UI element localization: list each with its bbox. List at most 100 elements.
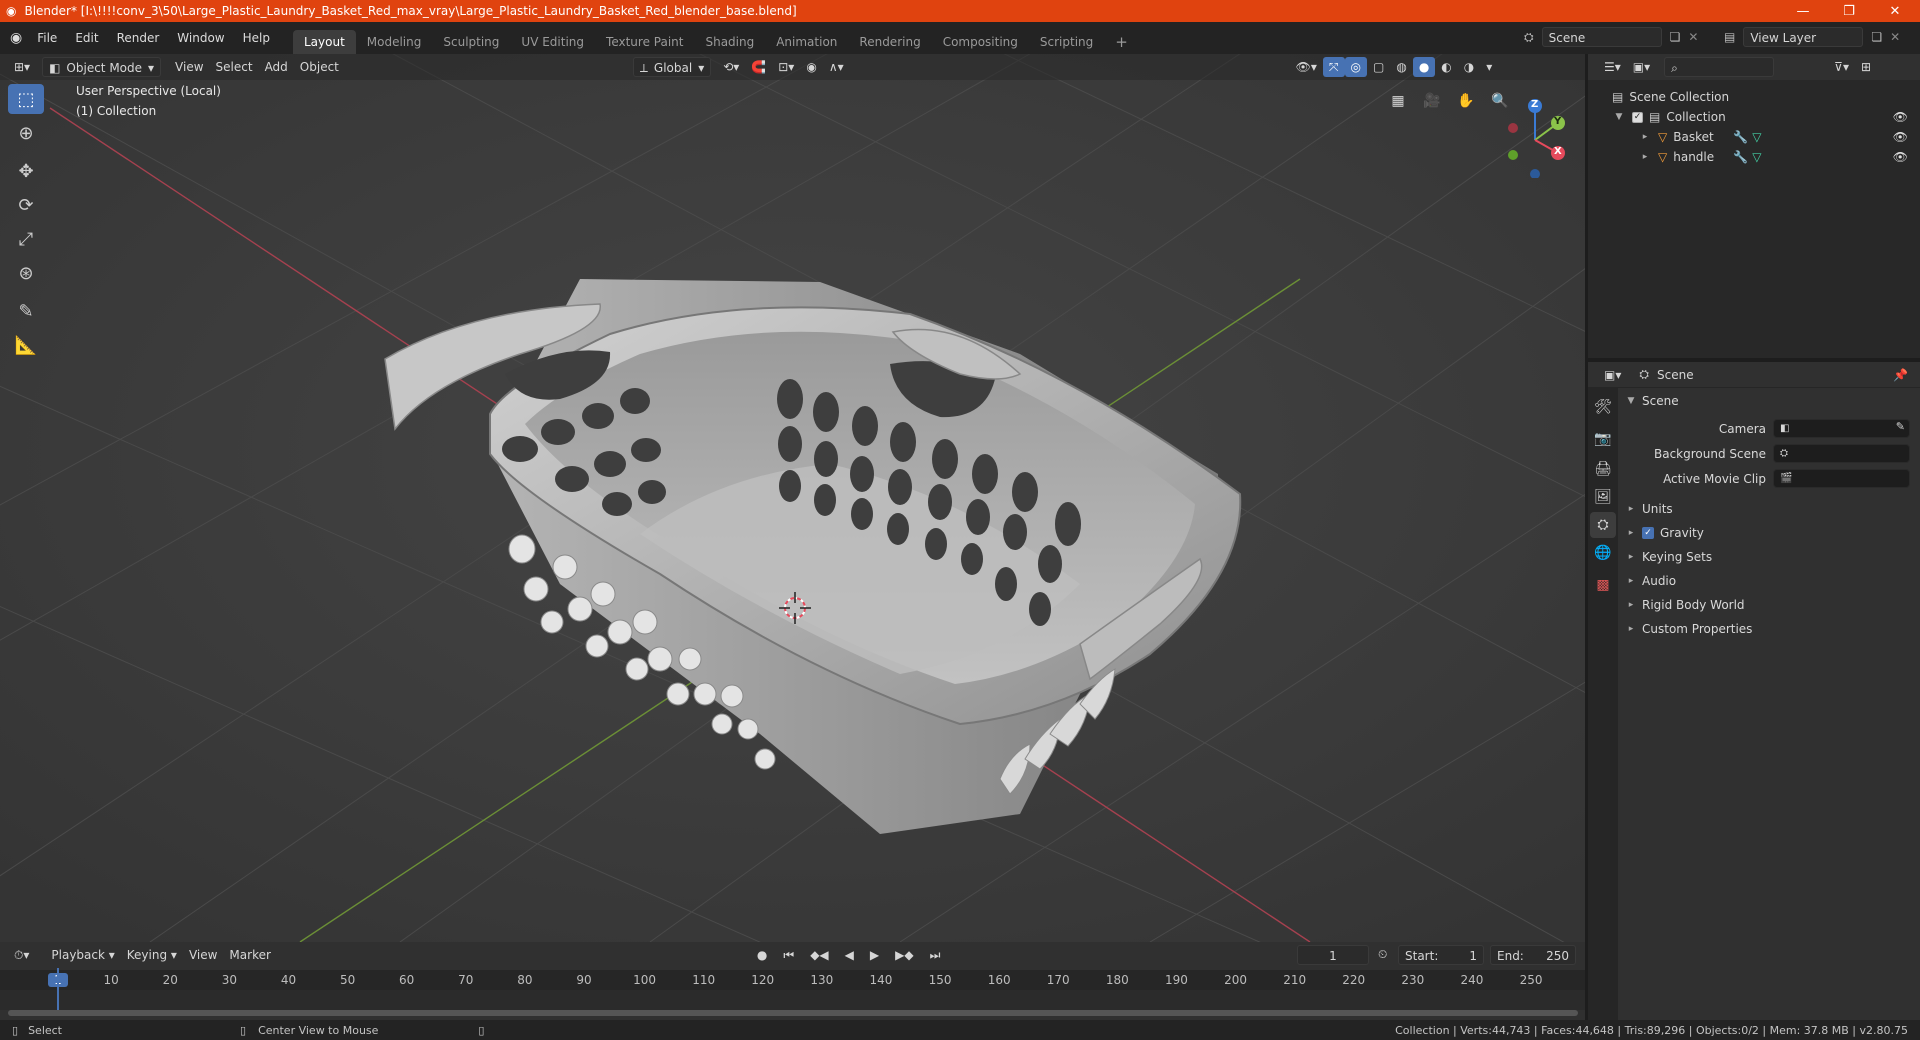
- menu-edit[interactable]: Edit: [66, 27, 107, 49]
- tab-rendering[interactable]: Rendering: [848, 30, 931, 54]
- view-layer-tab-icon[interactable]: 🖼: [1590, 484, 1616, 510]
- scene-tab-icon[interactable]: ⛭: [1590, 512, 1616, 538]
- filter-icon[interactable]: ⊽▾: [1828, 57, 1855, 77]
- outliner-editor-type-icon[interactable]: ☰▾: [1598, 57, 1627, 77]
- new-collection-icon[interactable]: ⊞: [1855, 57, 1877, 77]
- overlay-toggle-icon[interactable]: ◎: [1344, 57, 1367, 77]
- menu-help[interactable]: Help: [234, 27, 279, 49]
- rendered-shading-icon[interactable]: ◑: [1458, 57, 1480, 77]
- pan-hand-icon[interactable]: ✋: [1453, 88, 1479, 114]
- delete-view-layer-icon[interactable]: ✕: [1890, 30, 1900, 44]
- new-scene-icon[interactable]: ❏: [1670, 30, 1681, 44]
- world-tab-icon[interactable]: 🌐: [1590, 540, 1616, 566]
- maximize-button[interactable]: ❐: [1826, 0, 1872, 22]
- close-button[interactable]: ✕: [1872, 0, 1918, 22]
- minimize-button[interactable]: —: [1780, 0, 1826, 22]
- viewport-menu-object[interactable]: Object: [294, 57, 345, 77]
- menu-render[interactable]: Render: [108, 27, 169, 49]
- modifier-wrench-icon[interactable]: 🔧: [1733, 130, 1748, 144]
- play-icon[interactable]: ▶: [864, 945, 885, 965]
- tab-layout[interactable]: Layout: [292, 30, 356, 54]
- menu-window[interactable]: Window: [168, 27, 233, 49]
- active-movie-clip-field[interactable]: 🎬: [1773, 469, 1910, 488]
- eye-icon[interactable]: 👁: [1893, 150, 1908, 164]
- texture-tab-icon[interactable]: ▩: [1590, 572, 1616, 598]
- background-scene-field[interactable]: ⛭: [1773, 444, 1910, 463]
- proportional-edit-icon[interactable]: ◉: [800, 57, 822, 77]
- timeline-menu-keying[interactable]: Keying ▾: [121, 945, 183, 965]
- timeline-menu-playback[interactable]: Playback ▾: [45, 945, 120, 965]
- material-shading-icon[interactable]: ◐: [1435, 57, 1457, 77]
- cursor-tool-icon[interactable]: ⊕: [8, 118, 44, 148]
- rigid-body-world-panel-header[interactable]: ▸ Rigid Body World: [1624, 594, 1914, 616]
- measure-tool-icon[interactable]: 📐: [8, 330, 44, 360]
- tab-animation[interactable]: Animation: [765, 30, 848, 54]
- transform-tool-icon[interactable]: ⊛: [8, 258, 44, 288]
- solid-shading-icon[interactable]: ●: [1412, 57, 1436, 77]
- eye-icon[interactable]: 👁: [1893, 130, 1908, 144]
- eye-icon[interactable]: 👁: [1893, 110, 1908, 124]
- units-panel-header[interactable]: ▸ Units: [1624, 498, 1914, 520]
- visibility-icon[interactable]: 👁▾: [1290, 57, 1323, 77]
- prev-keyframe-icon[interactable]: ◆◀: [804, 945, 834, 965]
- transform-orientation-dropdown[interactable]: ⟂ Global ▾: [632, 57, 712, 77]
- exclude-checkbox[interactable]: ✓: [1632, 111, 1643, 123]
- keying-sets-panel-header[interactable]: ▸ Keying Sets: [1624, 546, 1914, 568]
- end-frame-field[interactable]: End: 250: [1490, 945, 1576, 965]
- tab-texture-paint[interactable]: Texture Paint: [595, 30, 694, 54]
- add-workspace-button[interactable]: +: [1104, 30, 1139, 54]
- mesh-data-icon[interactable]: ▽: [1752, 150, 1761, 164]
- scene-name-field[interactable]: Scene: [1541, 27, 1662, 47]
- play-reverse-icon[interactable]: ◀: [839, 945, 860, 965]
- timeline-scrollbar[interactable]: [8, 1010, 1578, 1016]
- tab-compositing[interactable]: Compositing: [932, 30, 1029, 54]
- timeline-menu-view[interactable]: View: [183, 945, 223, 965]
- delete-scene-icon[interactable]: ✕: [1688, 30, 1698, 44]
- pin-icon[interactable]: 📌: [1893, 368, 1908, 382]
- camera-view-icon[interactable]: 🎥: [1419, 88, 1445, 114]
- eyedropper-icon[interactable]: ✎: [1896, 420, 1905, 433]
- mode-dropdown[interactable]: ◧ Object Mode ▾: [42, 57, 162, 77]
- toggle-ortho-icon[interactable]: ▦: [1385, 88, 1411, 114]
- gizmo-toggle-icon[interactable]: ⤧: [1322, 57, 1345, 77]
- wireframe-shading-icon[interactable]: ◍: [1390, 57, 1412, 77]
- outliner-row-collection[interactable]: ▼ ✓ ▤ Collection 👁: [1588, 107, 1920, 127]
- jump-start-icon[interactable]: ⏮: [777, 945, 800, 965]
- editor-type-icon[interactable]: ⊞▾: [8, 57, 36, 77]
- rotate-tool-icon[interactable]: ⟳: [8, 190, 44, 220]
- audio-panel-header[interactable]: ▸ Audio: [1624, 570, 1914, 592]
- frame-ruler[interactable]: 1102030405060708090100110120130140150160…: [0, 970, 1585, 990]
- snap-icon[interactable]: 🧲: [745, 57, 772, 77]
- gravity-panel-header[interactable]: ▸ ✓ Gravity: [1624, 522, 1914, 544]
- blender-menu-icon[interactable]: ◉: [10, 30, 22, 46]
- scale-tool-icon[interactable]: ⤢: [8, 224, 44, 254]
- 3d-viewport[interactable]: Z Y X ▦ 🎥 ✋ 🔍 User Perspective (Local) (…: [0, 54, 1585, 942]
- viewport-menu-add[interactable]: Add: [259, 57, 294, 77]
- menu-file[interactable]: File: [28, 27, 66, 49]
- scene-panel-header[interactable]: ▼ Scene: [1624, 390, 1914, 412]
- start-frame-field[interactable]: Start: 1: [1398, 945, 1484, 965]
- preview-range-icon[interactable]: ⏲: [1378, 947, 1387, 962]
- falloff-icon[interactable]: ∧▾: [823, 57, 850, 77]
- pivot-point-icon[interactable]: ⟲▾: [717, 57, 745, 77]
- tab-sculpting[interactable]: Sculpting: [432, 30, 510, 54]
- expand-collapse-icon[interactable]: ▼: [1612, 112, 1626, 122]
- expand-collapse-icon[interactable]: ▸: [1638, 132, 1652, 142]
- zoom-icon[interactable]: 🔍: [1487, 88, 1513, 114]
- mesh-data-icon[interactable]: ▽: [1752, 130, 1761, 144]
- gravity-checkbox[interactable]: ✓: [1642, 527, 1654, 539]
- view-layer-selector[interactable]: ▤ View Layer ❏ ✕: [1724, 27, 1900, 47]
- expand-collapse-icon[interactable]: ▸: [1638, 152, 1652, 162]
- next-keyframe-icon[interactable]: ▶◆: [889, 945, 919, 965]
- custom-properties-panel-header[interactable]: ▸ Custom Properties: [1624, 618, 1914, 640]
- jump-end-icon[interactable]: ⏭: [924, 945, 947, 965]
- record-icon[interactable]: ●: [751, 945, 773, 965]
- new-view-layer-icon[interactable]: ❏: [1871, 30, 1882, 44]
- view-layer-name-field[interactable]: View Layer: [1743, 27, 1864, 47]
- tab-shading[interactable]: Shading: [694, 30, 765, 54]
- outliner-row-scene-collection[interactable]: ▤ Scene Collection: [1588, 87, 1920, 107]
- select-box-tool-icon[interactable]: ⬚: [8, 84, 44, 114]
- tool-tab-icon[interactable]: 🛠: [1590, 394, 1616, 420]
- scene-selector[interactable]: ⛭ Scene ❏ ✕: [1524, 27, 1698, 47]
- viewport-menu-select[interactable]: Select: [210, 57, 259, 77]
